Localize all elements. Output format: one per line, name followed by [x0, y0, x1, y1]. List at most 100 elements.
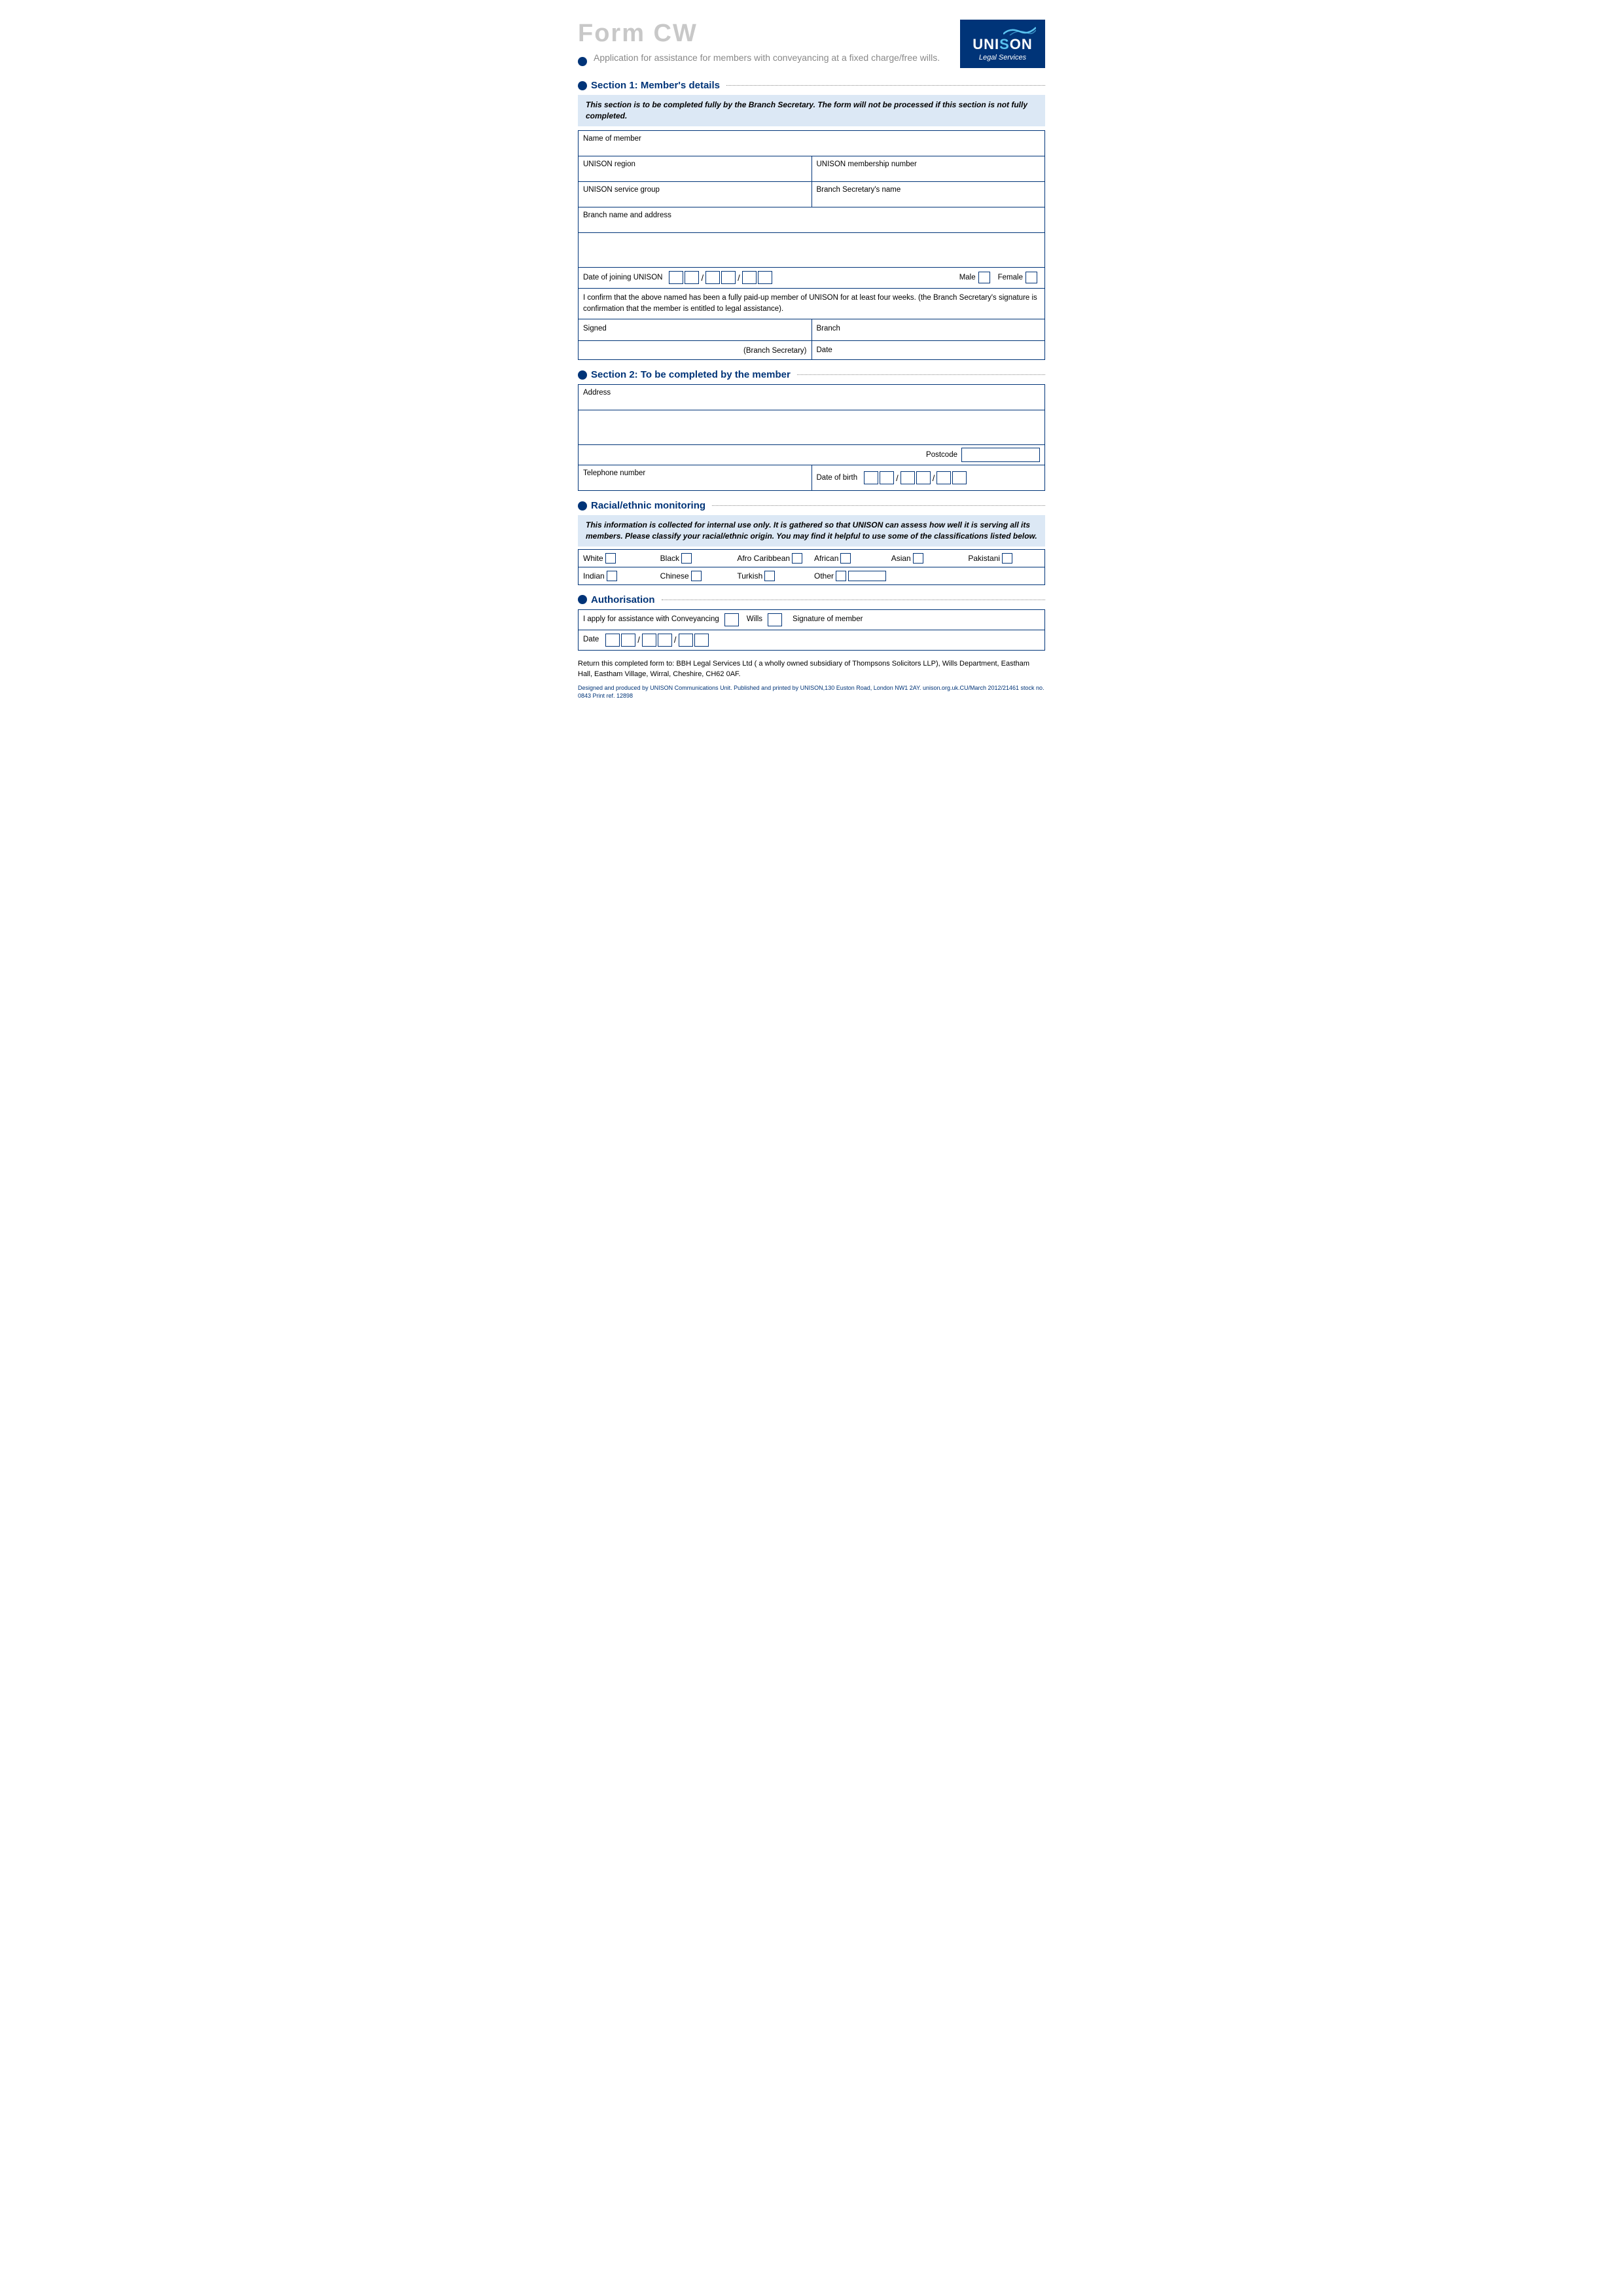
date-label: Date [817, 346, 832, 354]
branch-address-cell1: Branch name and address [579, 207, 1044, 232]
turkish-checkbox[interactable] [764, 571, 775, 581]
turkish-label: Turkish [737, 571, 762, 581]
auth-year2[interactable] [694, 634, 709, 647]
region-cell: UNISON region [579, 156, 812, 181]
signed-label: Signed [583, 325, 607, 332]
joining-month2[interactable] [721, 271, 736, 284]
ethnic-other: Other [814, 571, 886, 581]
wills-checkbox[interactable] [768, 613, 782, 626]
chinese-checkbox[interactable] [691, 571, 702, 581]
swoosh-icon [1003, 26, 1036, 35]
joining-year1[interactable] [742, 271, 757, 284]
gender-row: Male Female [772, 272, 1040, 283]
dob-day1[interactable] [864, 471, 878, 484]
telephone-label: Telephone number [583, 469, 645, 478]
bs-date-row: (Branch Secretary) Date [579, 341, 1044, 359]
auth-month1[interactable] [642, 634, 656, 647]
ethnic-indian: Indian [583, 571, 655, 581]
ethnic-chinese: Chinese [660, 571, 732, 581]
dob-day2[interactable] [880, 471, 894, 484]
auth-day2[interactable] [621, 634, 635, 647]
header-left: Form CW Application for assistance for m… [578, 20, 940, 66]
male-label: Male [959, 273, 976, 283]
other-text-input[interactable] [848, 571, 886, 581]
section2-dot [578, 370, 587, 380]
section1-banner: This section is to be completed fully by… [578, 95, 1045, 126]
ethnic-row2: Indian Chinese Turkish Other [579, 567, 1044, 584]
branch-cell: Branch [812, 319, 1045, 340]
joining-row: Date of joining UNISON / / Male Female [579, 268, 1044, 289]
pakistani-checkbox[interactable] [1002, 553, 1012, 564]
afro-caribbean-label: Afro Caribbean [737, 554, 790, 563]
dob-year2[interactable] [952, 471, 967, 484]
joining-day1[interactable] [669, 271, 683, 284]
auth-title: Authorisation [591, 594, 659, 605]
postcode-row: Postcode [579, 445, 1044, 465]
joining-day2[interactable] [685, 271, 699, 284]
ethnic-afro-caribbean: Afro Caribbean [737, 553, 809, 564]
auth-year1[interactable] [679, 634, 693, 647]
signed-branch-row: Signed Branch [579, 319, 1044, 341]
postcode-input[interactable] [961, 448, 1040, 462]
other-checkbox[interactable] [836, 571, 846, 581]
dob-date-boxes: / / [864, 471, 967, 484]
subtitle-dot [578, 57, 587, 66]
conveyancing-checkbox[interactable] [724, 613, 739, 626]
bs-label: (Branch Secretary) [743, 346, 807, 356]
white-checkbox[interactable] [605, 553, 616, 564]
auth-dot [578, 595, 587, 604]
dob-label: Date of birth [817, 473, 858, 483]
branch-secretary-label: Branch Secretary's name [817, 185, 901, 195]
telephone-cell: Telephone number [579, 465, 812, 490]
indian-checkbox[interactable] [607, 571, 617, 581]
section1-header: Section 1: Member's details [578, 80, 1045, 91]
section1-title: Section 1: Member's details [591, 80, 724, 91]
ethnic-row1: White Black Afro Caribbean African Asian… [579, 550, 1044, 567]
region-membership-row: UNISON region UNISON membership number [579, 156, 1044, 182]
afro-caribbean-checkbox[interactable] [792, 553, 802, 564]
ethnic-black: Black [660, 553, 732, 564]
section1-dot [578, 81, 587, 90]
auth-day1[interactable] [605, 634, 620, 647]
postcode-cell: Postcode [579, 445, 1044, 465]
name-label: Name of member [583, 134, 641, 144]
auth-date-label: Date [583, 635, 599, 645]
logo-subtitle: Legal Services [969, 54, 1036, 62]
auth-month2[interactable] [658, 634, 672, 647]
african-checkbox[interactable] [840, 553, 851, 564]
female-checkbox[interactable] [1026, 272, 1037, 283]
dob-month2[interactable] [916, 471, 931, 484]
chinese-label: Chinese [660, 571, 689, 581]
service-secretary-row: UNISON service group Branch Secretary's … [579, 182, 1044, 207]
auth-date-row: Date / / [579, 630, 1044, 650]
white-label: White [583, 554, 603, 563]
asian-checkbox[interactable] [913, 553, 923, 564]
male-checkbox[interactable] [978, 272, 990, 283]
signature-label: Signature of member [793, 615, 1040, 624]
postcode-label: Postcode [926, 451, 957, 459]
other-label: Other [814, 571, 834, 581]
bs-label-cell: (Branch Secretary) [579, 341, 812, 359]
joining-month1[interactable] [705, 271, 720, 284]
section2-form: Address Postcode Telephone number Date o… [578, 384, 1045, 491]
female-label: Female [998, 273, 1023, 283]
ethnic-white: White [583, 553, 655, 564]
address-cell1: Address [579, 385, 1044, 410]
racial-dot [578, 501, 587, 511]
footer-text: Return this completed form to: BBH Legal… [578, 658, 1045, 680]
black-checkbox[interactable] [681, 553, 692, 564]
address-cell2 [579, 410, 1044, 444]
signed-cell: Signed [579, 319, 812, 340]
ethnic-african: African [814, 553, 886, 564]
membership-label: UNISON membership number [817, 160, 917, 170]
ethnic-asian: Asian [891, 553, 963, 564]
dob-year1[interactable] [936, 471, 951, 484]
dob-month1[interactable] [901, 471, 915, 484]
ethnic-turkish: Turkish [737, 571, 809, 581]
asian-label: Asian [891, 554, 911, 563]
tel-dob-row: Telephone number Date of birth / / [579, 465, 1044, 490]
name-cell: Name of member [579, 131, 1044, 156]
name-row: Name of member [579, 131, 1044, 156]
ethnic-pakistani: Pakistani [968, 553, 1040, 564]
joining-year2[interactable] [758, 271, 772, 284]
